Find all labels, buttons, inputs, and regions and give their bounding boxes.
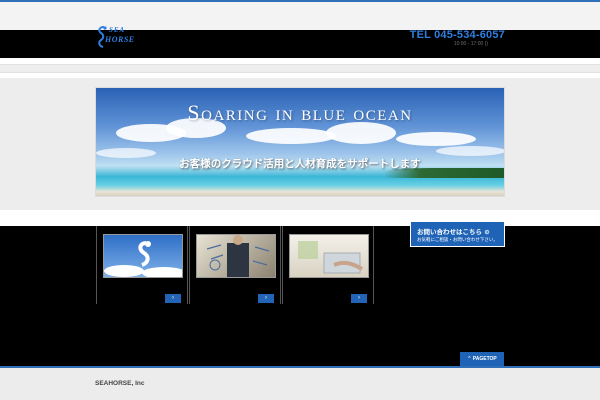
site-header [0, 30, 600, 58]
hero-subtitle: お客様のクラウド活用と人材育成をサポートします [179, 158, 421, 170]
service-cards: › › › [96, 226, 376, 304]
phone-number: TEL 045-534-6057 [409, 29, 505, 41]
card-detail-button[interactable]: › [165, 294, 181, 303]
card-image-laptop[interactable] [289, 234, 369, 278]
card-image-seahorse-clouds[interactable] [103, 234, 183, 278]
footer-company: SEAHORSE, Inc [95, 380, 145, 387]
card-detail-button[interactable]: › [351, 294, 367, 303]
cloud-shape [396, 132, 476, 146]
seahorse-cloud-icon [104, 241, 182, 277]
contact-label: お問い合わせはこちら ⊙ [417, 228, 490, 236]
contact-button[interactable]: お問い合わせはこちら ⊙ お気軽にご相談・お問い合わせ下さい。 [410, 221, 505, 247]
card-detail-button[interactable]: › [258, 294, 274, 303]
card-image-businessman[interactable] [196, 234, 276, 278]
contact-sublabel: お気軽にご相談・お問い合わせ下さい。 [417, 238, 498, 243]
cloud-shape [246, 128, 336, 144]
site-logo[interactable]: SEA HORSE [95, 25, 141, 49]
pagetop-button[interactable]: ⌃ PAGETOP [460, 352, 504, 366]
laptop-icon [298, 241, 364, 274]
service-card[interactable]: › [282, 226, 374, 304]
cloud-shape [436, 146, 504, 156]
businessman-icon [206, 235, 270, 277]
business-hours: 10:00 - 17:00 () [453, 41, 488, 47]
logo-text-sea: SEA [109, 26, 126, 34]
hero-title: Soaring in blue ocean [187, 100, 413, 125]
hero-banner: Soaring in blue ocean お客様のクラウド活用と人材育成をサポ… [95, 87, 505, 197]
nav-bar [0, 64, 600, 73]
service-card[interactable]: › [96, 226, 188, 304]
service-card[interactable]: › [189, 226, 281, 304]
top-gap [0, 2, 600, 30]
logo-text-horse: HORSE [105, 35, 135, 44]
site-footer: SEAHORSE, Inc [0, 368, 600, 400]
